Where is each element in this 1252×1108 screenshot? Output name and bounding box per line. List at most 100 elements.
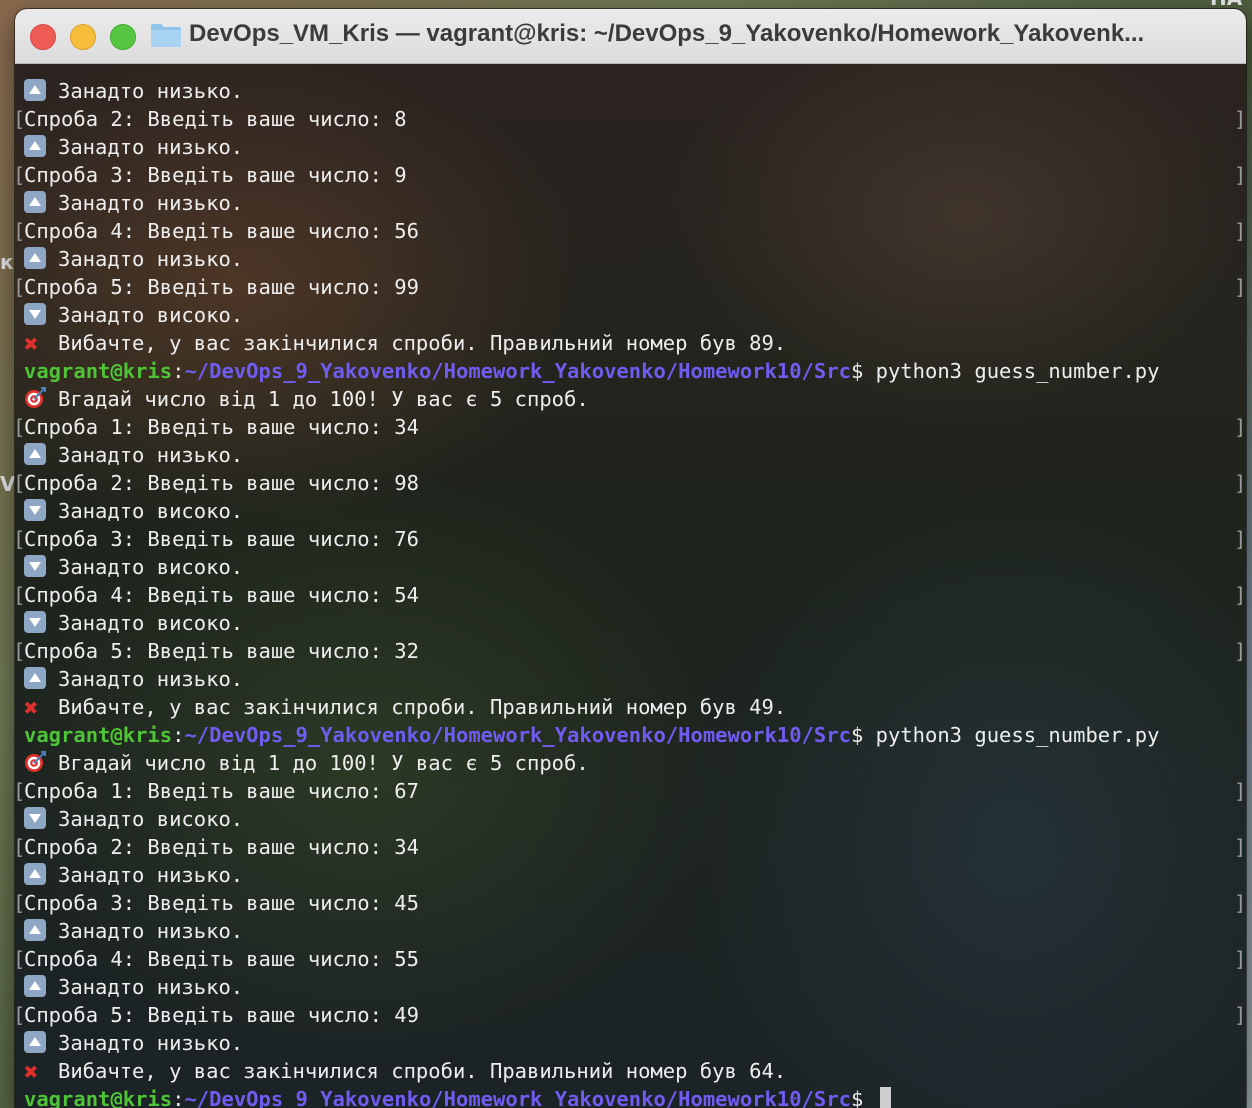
line-marker-right: ] [1234, 891, 1246, 915]
arrow-up-button-icon [24, 863, 46, 885]
arrow-up-button-icon [24, 1031, 46, 1053]
line-marker-right: ] [1234, 527, 1246, 551]
line-marker-left: [ [15, 889, 25, 917]
hint-line: Занадто низько. [24, 861, 243, 889]
title-bar[interactable]: DevOps_VM_Kris — vagrant@kris: ~/DevOps_… [15, 9, 1246, 64]
terminal-output[interactable]: Занадто низько. Спроба 2: Введіть ваше чи… [15, 64, 1246, 1108]
line-text: Вибачте, у вас закінчилися спроби. Прави… [58, 695, 787, 719]
line-marker-right: ] [1234, 107, 1246, 131]
arrow-up-button-icon [24, 919, 46, 941]
attempt-text: Спроба 1: Введіть ваше число: 34 [24, 415, 419, 439]
line-marker-right: ] [1234, 779, 1246, 803]
line-text: Занадто низько. [58, 191, 244, 215]
hint-line: Занадто низько. [24, 133, 243, 161]
hint-line: Занадто високо. [24, 805, 243, 833]
arrow-up-button-icon [24, 79, 46, 101]
line-marker-right: ] [1234, 471, 1246, 495]
prompt-user: vagrant@kris [24, 723, 173, 747]
line-marker-left: [ [15, 469, 25, 497]
line-text: Занадто низько. [58, 247, 244, 271]
line-marker-left: [ [15, 273, 25, 301]
line-text: Занадто низько. [58, 919, 244, 943]
attempt-input-line: Спроба 3: Введіть ваше число: 9[] [15, 161, 1246, 189]
attempt-input-line: Спроба 3: Введіть ваше число: 45[] [15, 889, 1246, 917]
prompt-command: python3 guess_number.py [875, 723, 1160, 747]
attempt-input-line: Спроба 4: Введіть ваше число: 55[] [15, 945, 1246, 973]
terminal-window[interactable]: DevOps_VM_Kris — vagrant@kris: ~/DevOps_… [15, 9, 1246, 1108]
attempt-text: Спроба 4: Введіть ваше число: 56 [24, 219, 419, 243]
zoom-button[interactable] [110, 24, 136, 50]
attempt-input-line: Спроба 2: Введіть ваше число: 98[] [15, 469, 1246, 497]
line-text: Занадто високо. [58, 303, 244, 327]
line-marker-left: [ [15, 217, 25, 245]
direct-hit-target-icon [24, 387, 46, 409]
attempt-input-line: Спроба 5: Введіть ваше число: 99[] [15, 273, 1246, 301]
attempt-text: Спроба 5: Введіть ваше число: 49 [24, 1003, 419, 1027]
line-text: Вгадай число від 1 до 100! У вас є 5 спр… [58, 387, 589, 411]
line-text: Занадто низько. [58, 443, 244, 467]
line-text: Вибачте, у вас закінчилися спроби. Прави… [58, 1059, 787, 1083]
close-button[interactable] [30, 24, 56, 50]
attempt-text: Спроба 4: Введіть ваше число: 54 [24, 583, 419, 607]
minimize-button[interactable] [70, 24, 96, 50]
line-marker-right: ] [1234, 415, 1246, 439]
arrow-down-button-icon [24, 555, 46, 577]
prompt-dollar: $ [850, 1087, 876, 1108]
line-marker-left: [ [15, 581, 25, 609]
attempt-input-line: Спроба 4: Введіть ваше число: 56[] [15, 217, 1246, 245]
line-text: Занадто високо. [58, 611, 244, 635]
prompt-path: ~/DevOps_9_Yakovenko/Homework_Yakovenko/… [184, 359, 851, 383]
hint-line: Занадто низько. [24, 917, 243, 945]
prompt-dollar: $ [850, 359, 876, 383]
line-marker-right: ] [1234, 219, 1246, 243]
prompt-line: vagrant@kris:~/DevOps_9_Yakovenko/Homewo… [24, 357, 1160, 385]
attempt-text: Спроба 2: Введіть ваше число: 8 [24, 107, 407, 131]
arrow-down-button-icon [24, 807, 46, 829]
attempt-input-line: Спроба 5: Введіть ваше число: 49[] [15, 1001, 1246, 1029]
hint-line: Занадто низько. [24, 77, 243, 105]
folder-icon [151, 24, 181, 47]
attempt-text: Спроба 5: Введіть ваше число: 32 [24, 639, 419, 663]
line-text: Вибачте, у вас закінчилися спроби. Прави… [58, 331, 787, 355]
attempt-text: Спроба 3: Введіть ваше число: 76 [24, 527, 419, 551]
arrow-up-button-icon [24, 443, 46, 465]
terminal-cursor[interactable] [879, 1087, 891, 1108]
line-marker-left: [ [15, 413, 25, 441]
line-text: Занадто низько. [58, 863, 244, 887]
prompt-separator: : [172, 723, 185, 747]
arrow-down-button-icon [24, 611, 46, 633]
line-marker-right: ] [1234, 639, 1246, 663]
attempt-text: Спроба 2: Введіть ваше число: 34 [24, 835, 419, 859]
attempt-text: Спроба 4: Введіть ваше число: 55 [24, 947, 419, 971]
line-text: Занадто високо. [58, 499, 244, 523]
line-marker-right: ] [1234, 163, 1246, 187]
arrow-up-button-icon [24, 247, 46, 269]
attempt-input-line: Спроба 1: Введіть ваше число: 34[] [15, 413, 1246, 441]
prompt-user: vagrant@kris [24, 359, 173, 383]
prompt-command: python3 guess_number.py [875, 359, 1160, 383]
line-marker-right: ] [1234, 835, 1246, 859]
line-marker-right: ] [1234, 583, 1246, 607]
arrow-up-button-icon [24, 191, 46, 213]
game-over-line: ✖ Вибачте, у вас закінчилися спроби. Прав… [24, 693, 787, 722]
line-marker-right: ] [1234, 275, 1246, 299]
line-text: Занадто високо. [58, 555, 244, 579]
hint-line: Занадто низько. [24, 973, 243, 1001]
hint-line: Занадто низько. [24, 665, 243, 693]
attempt-text: Спроба 3: Введіть ваше число: 45 [24, 891, 419, 915]
line-text: Занадто низько. [58, 135, 244, 159]
attempt-text: Спроба 5: Введіть ваше число: 99 [24, 275, 419, 299]
line-marker-left: [ [15, 833, 25, 861]
attempt-input-line: Спроба 2: Введіть ваше число: 8[] [15, 105, 1246, 133]
line-marker-left: [ [15, 945, 25, 973]
arrow-up-button-icon [24, 975, 46, 997]
line-marker-right: ] [1234, 1003, 1246, 1027]
line-marker-left: [ [15, 637, 25, 665]
arrow-down-button-icon [24, 499, 46, 521]
line-marker-left: [ [15, 1001, 25, 1029]
terminal-background: Занадто низько. Спроба 2: Введіть ваше чи… [15, 64, 1246, 1108]
prompt-line: vagrant@kris:~/DevOps_9_Yakovenko/Homewo… [24, 721, 1160, 749]
attempt-input-line: Спроба 1: Введіть ваше число: 67[] [15, 777, 1246, 805]
cross-mark-icon: ✖ [24, 694, 39, 722]
prompt-path: ~/DevOps_9_Yakovenko/Homework_Yakovenko/… [184, 723, 851, 747]
